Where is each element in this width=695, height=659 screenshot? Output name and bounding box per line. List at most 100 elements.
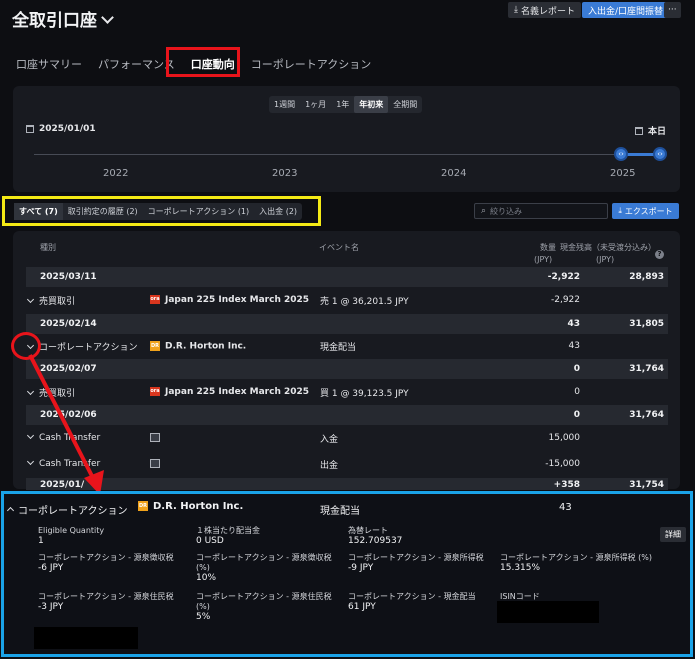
search-input[interactable]: ⌕ 絞り込み — [474, 203, 608, 219]
chevron-down-icon — [101, 11, 114, 24]
detail-instrument-text: D.R. Horton Inc. — [153, 501, 244, 512]
row-cash: 28,893 — [629, 272, 664, 282]
statement-report-button[interactable]: ⤓ 名義レポート — [508, 2, 581, 18]
redaction-mask — [34, 627, 138, 649]
image-icon — [150, 459, 160, 468]
table-row[interactable]: 売買取引 ora Japan 225 Index March 2025 売 1 @… — [26, 290, 668, 310]
table-row[interactable]: 売買取引 ora Japan 225 Index March 2025 買 1 @… — [26, 382, 668, 402]
range-1y[interactable]: 1年 — [331, 96, 354, 113]
year-label: 2025 — [610, 168, 636, 179]
row-qty: -2,922 — [550, 295, 580, 305]
end-date-text: 本日 — [648, 127, 667, 137]
row-qty: 43 — [567, 319, 580, 329]
row-cash: 31,764 — [629, 364, 664, 374]
row-qty: -2,922 — [547, 272, 580, 282]
start-date-text: 2025/01/01 — [39, 124, 96, 134]
help-icon[interactable]: ? — [655, 250, 664, 259]
more-options-button[interactable]: ··· — [664, 2, 681, 18]
filter-all[interactable]: すべて (7) — [14, 203, 63, 220]
detail-instrument[interactable]: DR D.R. Horton Inc. — [138, 501, 243, 512]
detail-field: 為替レート 152.709537 — [348, 526, 488, 547]
drag-handle-icon: ‹› — [657, 150, 663, 158]
dr-horton-logo-icon: DR — [150, 340, 160, 351]
detail-field: コーポレートアクション - 源泉住民税 (%) 5% — [196, 592, 336, 623]
column-header-cash-unit: (JPY) — [596, 255, 615, 264]
detail-field: コーポレートアクション - 源泉徴収税 (%) 10% — [196, 553, 336, 584]
row-type: 売買取引 — [39, 296, 76, 307]
filter-cash-transfers[interactable]: 入出金 (2) — [254, 203, 302, 220]
field-value: -9 JPY — [348, 563, 374, 573]
field-value: -3 JPY — [38, 602, 64, 612]
detail-type[interactable]: コーポレートアクション — [6, 502, 128, 517]
column-header-qty: 数量 — [540, 243, 556, 252]
details-button[interactable]: 詳細 — [660, 527, 686, 542]
field-label: コーポレートアクション - 源泉徴収税 — [38, 553, 174, 562]
row-cash: 31,805 — [629, 319, 664, 329]
red-highlight-box — [166, 47, 240, 77]
field-label: コーポレートアクション - 源泉住民税 (%) — [196, 592, 332, 611]
more-icon: ··· — [668, 5, 677, 15]
row-instrument[interactable]: Japan 225 Index March 2025 — [165, 295, 309, 305]
range-1w[interactable]: 1週間 — [269, 96, 300, 113]
range-ytd[interactable]: 年初来 — [354, 96, 389, 113]
row-instrument[interactable]: D.R. Horton Inc. — [165, 341, 246, 351]
column-header-cash: 現金残高（未受渡分込み） — [560, 243, 656, 252]
column-header-type: 種別 — [40, 243, 56, 252]
row-instrument[interactable]: Japan 225 Index March 2025 — [165, 387, 309, 397]
field-label: コーポレートアクション - 源泉住民税 — [38, 592, 174, 601]
field-label: コーポレートアクション - 源泉所得税 — [348, 553, 484, 562]
field-value: 5% — [196, 612, 211, 622]
field-value: 10% — [196, 573, 217, 583]
field-label: コーポレートアクション - 源泉徴収税 (%) — [196, 553, 332, 572]
tab-corporate-actions[interactable]: コーポレートアクション — [247, 54, 375, 74]
end-date[interactable]: 本日 — [635, 124, 666, 137]
row-qty: -15,000 — [545, 459, 580, 469]
tab-account-summary[interactable]: 口座サマリー — [12, 54, 86, 74]
table-row: 2025/01/ +358 31,754 — [26, 478, 668, 490]
field-label: Eligible Quantity — [38, 526, 105, 535]
search-placeholder: 絞り込み — [490, 206, 523, 216]
range-all[interactable]: 全期間 — [388, 96, 422, 113]
table-row[interactable]: Cash Transfer 入金 15,000 — [26, 428, 668, 448]
deposit-transfer-button[interactable]: 入出金/口座間振替 — [582, 2, 670, 18]
row-event: 買 1 @ 39,123.5 JPY — [320, 388, 409, 399]
filter-trades[interactable]: 取引約定の履歴 (2) — [63, 203, 143, 220]
red-arrow — [28, 354, 104, 495]
page-title-text: 全取引口座 — [12, 11, 97, 31]
timeline-track[interactable] — [34, 154, 660, 155]
table-row: 2025/02/07 0 31,764 — [26, 359, 668, 379]
detail-field: コーポレートアクション - 源泉所得税 (%) 15.315% — [500, 553, 660, 574]
field-value: 152.709537 — [348, 536, 403, 546]
row-event: 現金配当 — [320, 342, 357, 353]
row-date: 2025/03/11 — [40, 272, 97, 282]
timeline-start-handle[interactable]: ‹› — [614, 147, 628, 161]
start-date[interactable]: 2025/01/01 — [26, 124, 96, 134]
row-event: 売 1 @ 36,201.5 JPY — [320, 296, 409, 307]
row-event: 出金 — [320, 460, 339, 471]
chevron-down-icon[interactable] — [26, 295, 35, 303]
detail-event: 現金配当 — [320, 506, 360, 517]
statement-report-label: 名義レポート — [520, 6, 575, 17]
filter-corporate-actions[interactable]: コーポレートアクション (1) — [143, 203, 254, 220]
row-date: 2025/02/14 — [40, 319, 97, 329]
calendar-icon — [635, 126, 643, 135]
column-header-event: イベント名 — [319, 243, 359, 252]
table-row[interactable]: Cash Transfer 出金 -15,000 — [26, 454, 668, 474]
detail-field: コーポレートアクション - 源泉徴収税 -6 JPY — [38, 553, 188, 574]
table-row: 2025/03/11 -2,922 28,893 — [26, 267, 668, 287]
table-row: 2025/02/14 43 31,805 — [26, 314, 668, 334]
row-qty: 15,000 — [548, 433, 581, 443]
table-row[interactable]: コーポレートアクション DR D.R. Horton Inc. 現金配当 43 — [26, 336, 668, 356]
year-label: 2024 — [441, 168, 467, 179]
detail-field: １株当たり配当金 0 USD — [196, 526, 336, 547]
chevron-up-icon[interactable] — [6, 506, 15, 515]
ora-logo-icon: ora — [150, 387, 160, 396]
field-value: 1 — [38, 536, 44, 546]
timeline-end-handle[interactable]: ‹› — [653, 147, 667, 161]
field-label: コーポレートアクション - 源泉所得税 (%) — [500, 553, 652, 562]
range-1m[interactable]: 1ヶ月 — [300, 96, 331, 113]
page-title[interactable]: 全取引口座 — [12, 6, 114, 31]
field-label: 為替レート — [348, 526, 388, 535]
export-button[interactable]: ⤓ エクスポート — [612, 203, 679, 219]
row-cash: 31,754 — [629, 480, 664, 490]
